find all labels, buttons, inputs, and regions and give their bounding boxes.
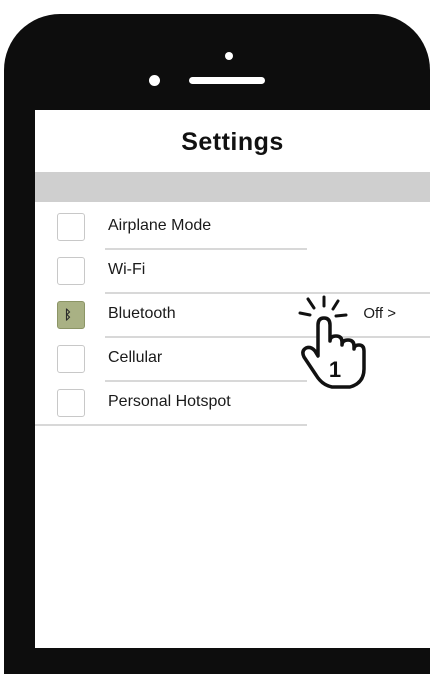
settings-row-wifi[interactable]: Wi-Fi	[35, 250, 430, 294]
page-title: Settings	[181, 128, 284, 156]
settings-row-label: Airplane Mode	[108, 217, 212, 234]
tap-hand-icon: 1	[298, 295, 366, 389]
settings-row-label: Personal Hotspot	[108, 393, 231, 410]
settings-row-label: Bluetooth	[108, 305, 176, 322]
bluetooth-icon: ᛒ	[64, 307, 72, 322]
sensor-icon	[149, 75, 160, 86]
settings-row-label: Cellular	[108, 349, 163, 366]
personal-hotspot-icon	[57, 389, 85, 417]
section-header-band	[35, 172, 430, 202]
row-divider	[35, 424, 307, 426]
bluetooth-icon-box: ᛒ	[57, 301, 85, 329]
settings-row-airplane-mode[interactable]: Airplane Mode	[35, 206, 430, 250]
settings-row-label: Wi-Fi	[108, 261, 146, 278]
camera-icon	[225, 52, 233, 60]
cellular-icon	[57, 345, 85, 373]
airplane-mode-icon	[57, 213, 85, 241]
step-number: 1	[329, 357, 341, 382]
wifi-icon	[57, 257, 85, 285]
speaker-grille	[189, 77, 265, 84]
